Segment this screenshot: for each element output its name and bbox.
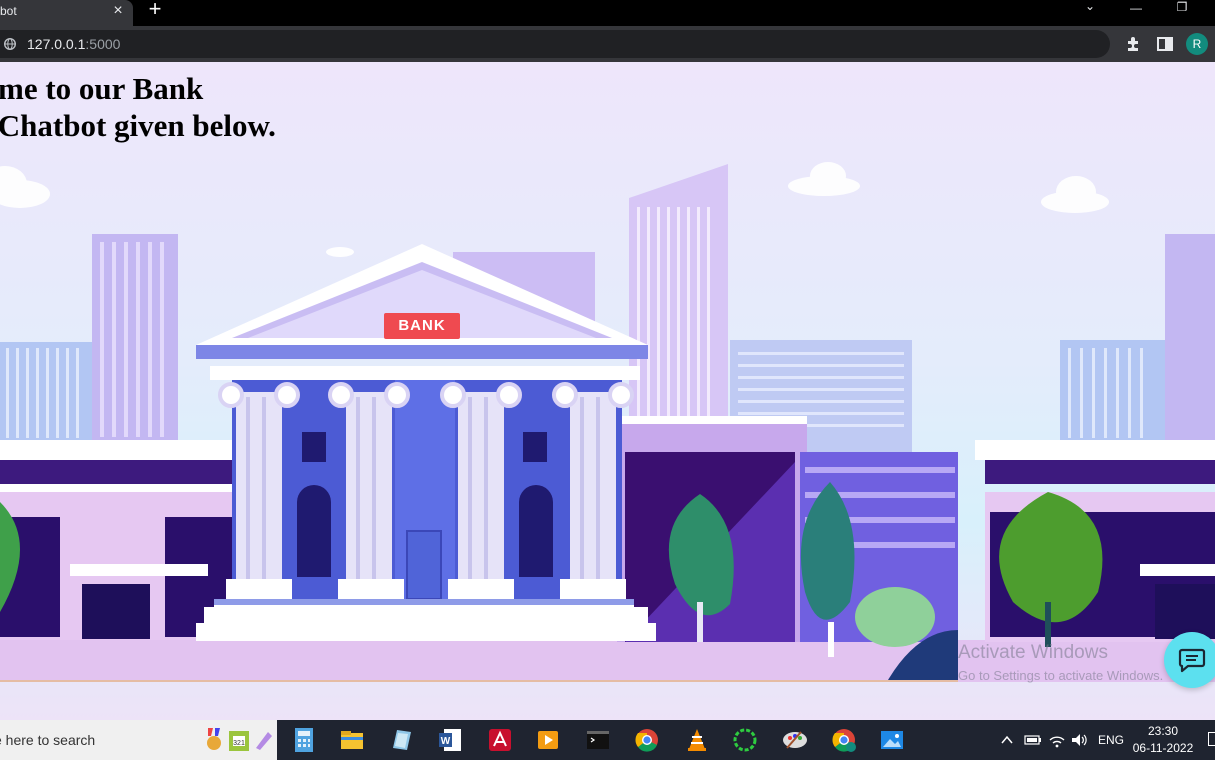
activation-watermark-subtitle: Go to Settings to activate Windows. (958, 668, 1164, 683)
globe-icon (4, 38, 16, 50)
chrome-profile-icon[interactable] (830, 726, 858, 754)
notification-icon[interactable] (1208, 732, 1215, 746)
svg-text:W: W (441, 736, 451, 747)
media-player-icon[interactable] (534, 726, 562, 754)
word-icon[interactable]: W (436, 726, 464, 754)
language-indicator[interactable]: ENG (1098, 720, 1124, 760)
clock-date: 06-11-2022 (1132, 741, 1194, 755)
browser-toolbar: 127.0.0.1:5000 R (0, 26, 1215, 62)
search-placeholder: e here to search (0, 732, 96, 748)
activation-watermark-title: Activate Windows (958, 642, 1108, 663)
minimize-icon[interactable]: — (1126, 2, 1146, 16)
clock-time: 23:30 (1147, 724, 1179, 738)
tab-strip: bot × + ⌄ — ❐ (0, 0, 1215, 26)
taskbar-clock[interactable]: 23:30 06-11-2022 (1128, 723, 1198, 757)
file-explorer-icon[interactable] (338, 726, 366, 754)
battery-icon[interactable] (1024, 733, 1042, 747)
taskbar-search-box[interactable]: e here to search 321 (0, 720, 277, 760)
profile-avatar[interactable]: R (1186, 33, 1208, 55)
calculator-icon[interactable] (290, 726, 318, 754)
browser-tab[interactable]: bot × (0, 0, 133, 26)
wifi-icon[interactable] (1048, 732, 1066, 748)
bank-illustration (0, 162, 1215, 682)
chat-bubble-icon (1178, 648, 1206, 673)
svg-text:321: 321 (233, 740, 245, 747)
new-tab-button[interactable]: + (145, 0, 165, 20)
photos-icon[interactable] (878, 726, 906, 754)
address-bar[interactable]: 127.0.0.1:5000 (0, 30, 1110, 58)
acrobat-icon[interactable] (486, 726, 514, 754)
restore-icon[interactable]: ❐ (1172, 1, 1192, 15)
tab-close-icon[interactable]: × (109, 2, 127, 20)
url-text: 127.0.0.1:5000 (27, 36, 120, 52)
calendar-icon[interactable]: 321 (228, 725, 250, 753)
tab-search-icon[interactable]: ⌄ (1080, 0, 1100, 14)
volume-icon[interactable] (1070, 732, 1088, 748)
windows-taskbar: e here to search 321 W ENG 23:30 06-11-2… (0, 720, 1215, 760)
url-port: :5000 (85, 36, 121, 52)
page-content: BANK me to our Bank Chatbot given below.… (0, 62, 1215, 720)
vlc-icon[interactable] (683, 726, 711, 754)
chrome-icon[interactable] (633, 726, 661, 754)
tab-title: bot (0, 4, 17, 18)
spinner-app-icon[interactable] (731, 726, 759, 754)
paint-icon[interactable] (781, 726, 809, 754)
chevron-up-icon[interactable] (1000, 734, 1014, 746)
notes-icon[interactable] (387, 726, 415, 754)
badge-icon[interactable] (204, 728, 224, 752)
terminal-icon[interactable] (584, 726, 612, 754)
chatbot-launcher-button[interactable] (1164, 632, 1215, 688)
pen-icon[interactable] (254, 728, 274, 752)
extensions-icon[interactable] (1124, 34, 1144, 54)
welcome-heading-line2: Chatbot given below. (0, 108, 276, 143)
url-host: 127.0.0.1 (27, 36, 86, 52)
bank-sign: BANK (398, 317, 446, 334)
welcome-heading-line1: me to our Bank (0, 71, 204, 106)
side-panel-icon[interactable] (1155, 34, 1175, 54)
